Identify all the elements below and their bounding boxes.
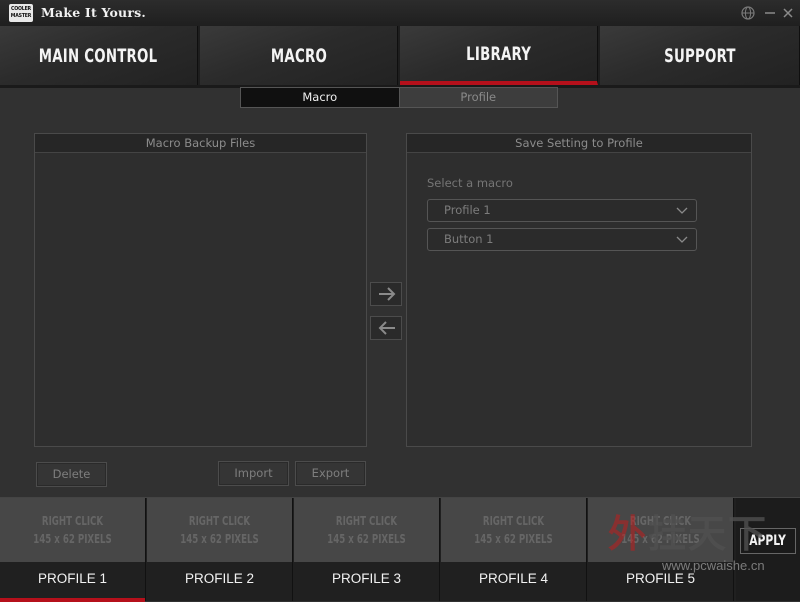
macro-backup-title: Macro Backup Files xyxy=(35,134,366,153)
profile-2[interactable]: RIGHT CLICK 145 x 62 PIXELS PROFILE 2 xyxy=(147,498,293,601)
profile-image-placeholder: RIGHT CLICK 145 x 62 PIXELS xyxy=(0,498,145,562)
watermark-logo: 外挂天下 xyxy=(608,512,769,556)
profile-image-placeholder: RIGHT CLICK 145 x 62 PIXELS xyxy=(441,498,586,562)
profile-image-placeholder: RIGHT CLICK 145 x 62 PIXELS xyxy=(147,498,292,562)
profile-name: PROFILE 3 xyxy=(331,571,402,586)
chevron-down-icon xyxy=(676,207,688,214)
profile-dropdown-value: Profile 1 xyxy=(444,203,491,217)
macro-backup-list[interactable] xyxy=(35,153,366,446)
profile-name: PROFILE 2 xyxy=(184,571,255,586)
arrow-right-icon xyxy=(379,287,396,301)
watermark-url: www.pcwaishe.cn xyxy=(662,558,765,573)
arrow-left-icon xyxy=(378,321,395,335)
profile-image-placeholder: RIGHT CLICK 145 x 62 PIXELS xyxy=(294,498,439,562)
button-dropdown[interactable]: Button 1 xyxy=(427,228,697,251)
main-nav: MAIN CONTROL MACRO LIBRARY SUPPORT xyxy=(0,26,800,85)
tab-main-control[interactable]: MAIN CONTROL xyxy=(0,26,198,85)
delete-button[interactable]: Delete xyxy=(36,462,107,487)
move-left-button[interactable] xyxy=(370,316,402,340)
export-button[interactable]: Export xyxy=(295,461,366,486)
close-icon[interactable] xyxy=(780,5,796,21)
minimize-icon[interactable] xyxy=(762,5,778,21)
tab-macro[interactable]: MACRO xyxy=(200,26,398,85)
subtab-profile[interactable]: Profile xyxy=(398,88,557,107)
tab-library[interactable]: LIBRARY xyxy=(400,26,598,85)
profile-1[interactable]: RIGHT CLICK 145 x 62 PIXELS PROFILE 1 xyxy=(0,498,146,602)
import-button[interactable]: Import xyxy=(218,461,289,486)
macro-backup-panel: Macro Backup Files xyxy=(34,133,367,447)
profile-4[interactable]: RIGHT CLICK 145 x 62 PIXELS PROFILE 4 xyxy=(441,498,587,601)
profile-dropdown[interactable]: Profile 1 xyxy=(427,199,697,222)
profile-name: PROFILE 1 xyxy=(0,562,145,602)
tab-support[interactable]: SUPPORT xyxy=(600,26,800,85)
move-right-button[interactable] xyxy=(370,282,402,306)
select-macro-label: Select a macro xyxy=(427,176,513,190)
profile-name: PROFILE 4 xyxy=(478,571,549,586)
profile-3[interactable]: RIGHT CLICK 145 x 62 PIXELS PROFILE 3 xyxy=(294,498,440,601)
save-to-profile-panel: Save Setting to Profile Select a macro P… xyxy=(406,133,752,447)
subtab-macro[interactable]: Macro xyxy=(241,88,399,107)
save-to-profile-title: Save Setting to Profile xyxy=(407,134,751,153)
chevron-down-icon xyxy=(676,236,688,243)
globe-icon[interactable] xyxy=(740,5,756,21)
title-bar: COOLER MASTER Make It Yours. xyxy=(0,0,800,27)
button-dropdown-value: Button 1 xyxy=(444,232,494,246)
library-subtabs: Macro Profile xyxy=(240,87,558,108)
app-title: Make It Yours. xyxy=(41,5,146,20)
cooler-master-logo: COOLER MASTER xyxy=(9,4,33,22)
